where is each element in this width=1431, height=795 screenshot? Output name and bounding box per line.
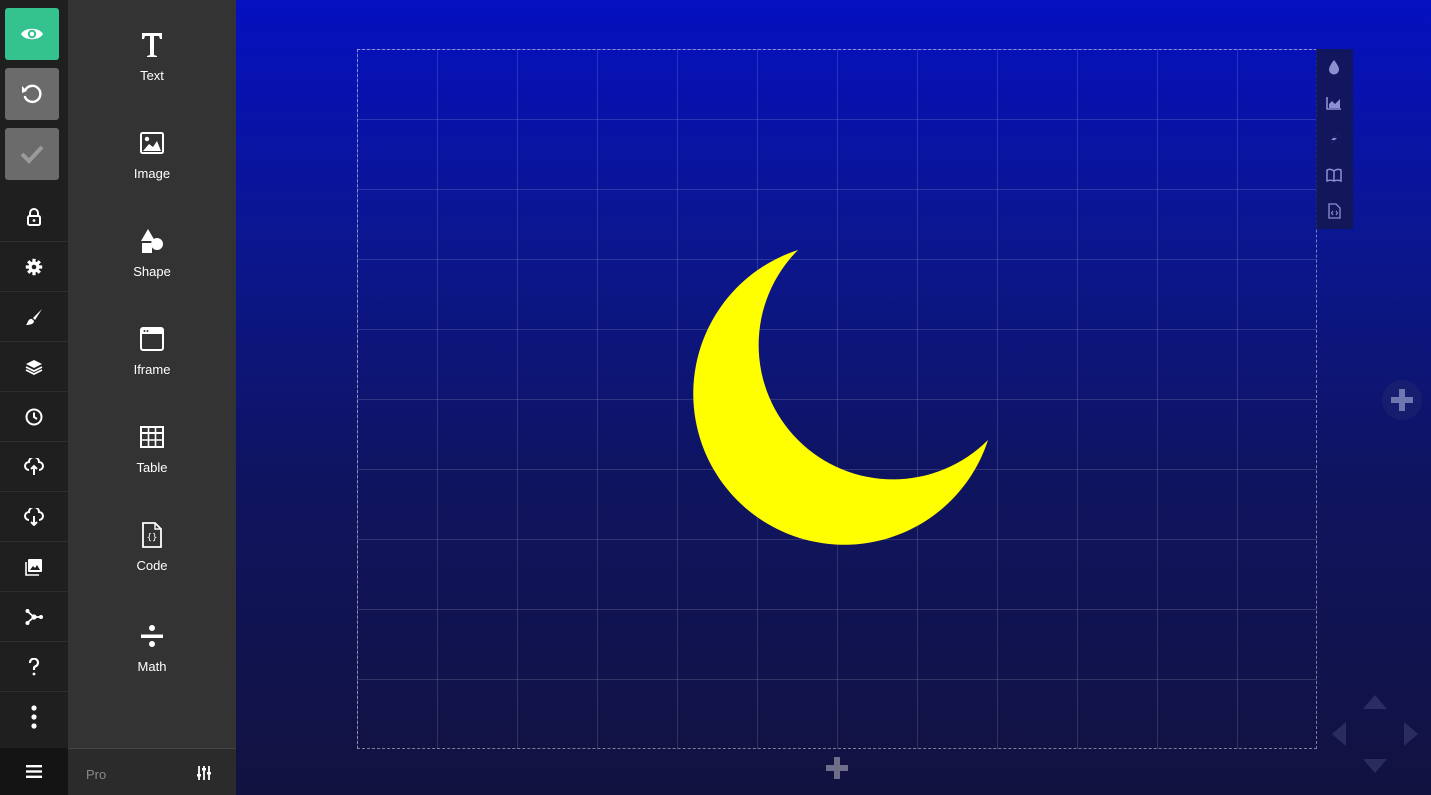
lock-button[interactable] (0, 192, 68, 242)
pro-label[interactable]: Pro (86, 767, 106, 782)
more-button[interactable] (0, 692, 68, 742)
shape-block[interactable]: Shape (68, 224, 236, 279)
table-icon (140, 426, 164, 448)
svg-text:{}: {} (147, 533, 158, 543)
text-block[interactable]: Text (68, 28, 236, 83)
sliders-icon (197, 766, 211, 780)
text-icon (142, 33, 162, 57)
left-toolbar (0, 0, 68, 795)
block-label: Table (136, 460, 168, 475)
cloud-upload-icon (24, 457, 44, 475)
help-button[interactable] (0, 642, 68, 692)
add-slide-below-button[interactable] (817, 750, 857, 785)
undo-button[interactable] (5, 68, 59, 120)
slide-canvas[interactable] (357, 49, 1317, 749)
block-palette: Text Image Shape Iframe Table {} Code Ma… (68, 0, 236, 795)
export-button[interactable] (1325, 202, 1343, 220)
clock-icon (25, 408, 43, 425)
confirm-button[interactable] (5, 128, 59, 180)
images-icon (25, 558, 42, 576)
moon-shape[interactable] (688, 250, 990, 552)
block-label: Code (136, 558, 168, 573)
chart-button[interactable] (1325, 94, 1343, 112)
palette-settings-button[interactable] (196, 765, 216, 781)
book-icon (1326, 168, 1342, 182)
undo-icon (22, 84, 42, 104)
block-label: Math (137, 659, 167, 674)
question-icon (28, 657, 40, 675)
block-label: Image (133, 166, 171, 181)
hamburger-icon (26, 765, 42, 778)
area-chart-icon (1326, 97, 1341, 110)
plus-icon (826, 756, 848, 779)
cloud-download-icon (24, 507, 44, 526)
add-slide-right-button[interactable] (1382, 380, 1422, 420)
animation-button[interactable] (1325, 130, 1343, 148)
more-vertical-icon (31, 705, 37, 729)
layers-icon (25, 359, 43, 375)
settings-button[interactable] (0, 242, 68, 292)
shapes-icon (141, 229, 163, 253)
code-block[interactable]: {} Code (68, 518, 236, 573)
upload-button[interactable] (0, 442, 68, 492)
media-button[interactable] (0, 542, 68, 592)
preview-button[interactable] (5, 8, 59, 60)
plus-icon (1391, 389, 1413, 411)
palette-footer: Pro (68, 748, 236, 795)
iframe-icon (140, 327, 164, 351)
share-icon (25, 608, 43, 625)
code-file-icon (1327, 203, 1341, 219)
droplet-icon (1329, 60, 1339, 75)
canvas-toolbar (1316, 49, 1353, 229)
bolt-icon (1328, 132, 1340, 146)
table-block[interactable]: Table (68, 420, 236, 475)
notes-button[interactable] (1325, 166, 1343, 184)
iframe-block[interactable]: Iframe (68, 322, 236, 377)
share-button[interactable] (0, 592, 68, 642)
lock-icon (27, 207, 41, 226)
menu-button[interactable] (0, 748, 68, 795)
check-icon (20, 145, 44, 164)
color-button[interactable] (1325, 58, 1343, 76)
math-block[interactable]: Math (68, 619, 236, 674)
eye-icon (21, 28, 43, 40)
block-label: Shape (133, 264, 171, 279)
image-block[interactable]: Image (68, 126, 236, 181)
image-icon (140, 132, 164, 154)
gear-icon (25, 258, 43, 275)
block-label: Text (140, 68, 164, 83)
style-button[interactable] (0, 292, 68, 342)
code-file-icon: {} (142, 522, 162, 548)
stage (236, 0, 1431, 795)
divide-icon (141, 625, 163, 647)
navigation-arrows[interactable] (1330, 693, 1420, 775)
block-label: Iframe (133, 362, 171, 377)
history-button[interactable] (0, 392, 68, 442)
download-button[interactable] (0, 492, 68, 542)
brush-icon (26, 308, 42, 325)
layers-button[interactable] (0, 342, 68, 392)
